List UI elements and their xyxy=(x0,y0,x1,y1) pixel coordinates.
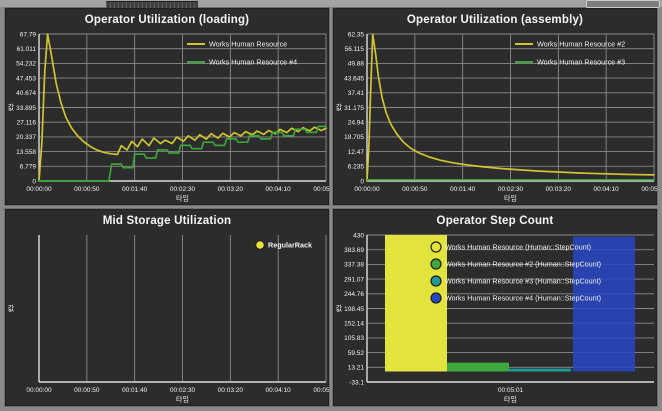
svg-text:00:02:30: 00:02:30 xyxy=(170,186,196,193)
svg-text:00:05:01: 00:05:01 xyxy=(498,387,524,394)
svg-text:00:02:30: 00:02:30 xyxy=(498,186,524,193)
svg-text:Works Human Resource #3 (Human: Works Human Resource #3 (Human::StepCoun… xyxy=(445,277,601,286)
chart-title-loading: Operator Utilization (loading) xyxy=(5,8,329,29)
svg-text:00:01:40: 00:01:40 xyxy=(450,186,476,193)
svg-text:값: 값 xyxy=(336,305,343,313)
svg-text:61.011: 61.011 xyxy=(17,46,37,53)
chart-title-step-count: Operator Step Count xyxy=(333,209,657,230)
svg-text:값: 값 xyxy=(8,305,15,313)
svg-text:0: 0 xyxy=(32,178,36,185)
svg-text:00:03:20: 00:03:20 xyxy=(546,186,572,193)
svg-text:00:03:20: 00:03:20 xyxy=(218,186,244,193)
svg-text:24.94: 24.94 xyxy=(348,120,365,127)
svg-text:00:04:10: 00:04:10 xyxy=(266,387,292,394)
svg-text:00:04:10: 00:04:10 xyxy=(266,186,292,193)
svg-text:337.38: 337.38 xyxy=(344,262,364,269)
svg-text:Works Human Resource (Human::S: Works Human Resource (Human::StepCount) xyxy=(445,243,591,252)
svg-text:37.41: 37.41 xyxy=(348,90,365,97)
svg-text:43.645: 43.645 xyxy=(344,75,364,82)
svg-text:67.79: 67.79 xyxy=(20,31,37,38)
window-top-right-button[interactable] xyxy=(586,0,660,8)
svg-text:00:04:10: 00:04:10 xyxy=(594,186,620,193)
operator-step-count-chart[interactable]: -33.1 13.21 59.52 105.83 152.14 198.45 244.76 2… xyxy=(333,230,657,405)
svg-text:Works Human Resource #2 (Human: Works Human Resource #2 (Human::StepCoun… xyxy=(445,260,601,269)
dashboard-grid: Operator Utilization (loading) 0 6.779 13.… xyxy=(0,7,662,411)
svg-text:Works Human Resource #3: Works Human Resource #3 xyxy=(537,58,625,67)
svg-text:105.83: 105.83 xyxy=(344,335,364,342)
svg-text:00:00:00: 00:00:00 xyxy=(354,186,380,193)
panel-operator-utilization-loading: Operator Utilization (loading) 0 6.779 13.… xyxy=(4,7,330,206)
svg-text:Works Human Resource #4 (Human: Works Human Resource #4 (Human::StepCoun… xyxy=(445,294,601,303)
svg-text:00:02:30: 00:02:30 xyxy=(170,387,196,394)
svg-text:40.674: 40.674 xyxy=(16,90,36,97)
svg-text:00:03:20: 00:03:20 xyxy=(218,387,244,394)
svg-text:27.116: 27.116 xyxy=(17,120,37,127)
svg-text:RegularRack: RegularRack xyxy=(268,241,312,250)
svg-text:13.558: 13.558 xyxy=(16,149,36,156)
svg-text:00:01:40: 00:01:40 xyxy=(122,387,148,394)
svg-text:47.453: 47.453 xyxy=(16,75,36,82)
svg-text:00:00:50: 00:00:50 xyxy=(74,186,100,193)
svg-text:430: 430 xyxy=(353,232,364,239)
svg-text:타임: 타임 xyxy=(176,194,189,203)
panel-operator-step-count: Operator Step Count -33.1 13.21 59.52 105.8… xyxy=(332,208,658,407)
svg-text:-33.1: -33.1 xyxy=(349,379,364,386)
window-top-strip xyxy=(0,0,662,7)
svg-text:31.175: 31.175 xyxy=(344,105,364,112)
svg-text:62.35: 62.35 xyxy=(348,31,365,38)
svg-text:Works Human Resource: Works Human Resource xyxy=(209,40,287,49)
svg-text:값: 값 xyxy=(8,104,15,112)
svg-text:33.895: 33.895 xyxy=(16,105,36,112)
svg-text:18.705: 18.705 xyxy=(344,134,364,141)
svg-text:12.47: 12.47 xyxy=(348,149,365,156)
svg-text:Works Human Resource #4: Works Human Resource #4 xyxy=(209,58,297,67)
svg-text:값: 값 xyxy=(336,104,343,112)
panel-mid-storage-utilization: Mid Storage Utilization 00:00:00 00:00:50… xyxy=(4,208,330,407)
chart-title-mid-storage: Mid Storage Utilization xyxy=(5,209,329,230)
svg-text:타임: 타임 xyxy=(504,395,517,404)
window-tab[interactable] xyxy=(106,1,198,8)
svg-text:00:05:00: 00:05:00 xyxy=(313,186,329,193)
svg-text:00:00:00: 00:00:00 xyxy=(26,387,52,394)
svg-text:198.45: 198.45 xyxy=(344,306,364,313)
operator-utilization-loading-chart[interactable]: 0 6.779 13.558 20.337 27.116 33.895 40.674 47.4… xyxy=(5,29,329,204)
panel-operator-utilization-assembly: Operator Utilization (assembly) 0 6.235 12… xyxy=(332,7,658,206)
svg-text:00:01:40: 00:01:40 xyxy=(122,186,148,193)
svg-text:383.69: 383.69 xyxy=(344,247,364,254)
svg-text:타임: 타임 xyxy=(504,194,517,203)
svg-text:59.52: 59.52 xyxy=(348,350,365,357)
svg-text:00:05:00: 00:05:00 xyxy=(313,387,329,394)
svg-text:13.21: 13.21 xyxy=(348,365,365,372)
svg-text:00:00:50: 00:00:50 xyxy=(402,186,428,193)
svg-text:291.07: 291.07 xyxy=(344,276,364,283)
chart-title-assembly: Operator Utilization (assembly) xyxy=(333,8,657,29)
svg-text:56.115: 56.115 xyxy=(345,46,365,53)
svg-text:6.779: 6.779 xyxy=(20,164,37,171)
mid-storage-utilization-chart[interactable]: 00:00:00 00:00:50 00:01:40 00:02:30 00:03:20… xyxy=(5,230,329,405)
svg-text:6.235: 6.235 xyxy=(348,164,365,171)
svg-text:Works Human Resource #2: Works Human Resource #2 xyxy=(537,40,625,49)
svg-text:00:05:00: 00:05:00 xyxy=(641,186,657,193)
operator-utilization-assembly-chart[interactable]: 0 6.235 12.47 18.705 24.94 31.175 37.41 43.645 4… xyxy=(333,29,657,204)
svg-text:54.232: 54.232 xyxy=(16,61,36,68)
svg-text:49.88: 49.88 xyxy=(348,61,365,68)
svg-text:00:00:50: 00:00:50 xyxy=(74,387,100,394)
svg-text:152.14: 152.14 xyxy=(344,321,364,328)
svg-text:0: 0 xyxy=(360,178,364,185)
svg-text:타임: 타임 xyxy=(176,395,189,404)
svg-text:20.337: 20.337 xyxy=(16,134,36,141)
svg-text:244.76: 244.76 xyxy=(344,291,364,298)
svg-text:00:00:00: 00:00:00 xyxy=(26,186,52,193)
